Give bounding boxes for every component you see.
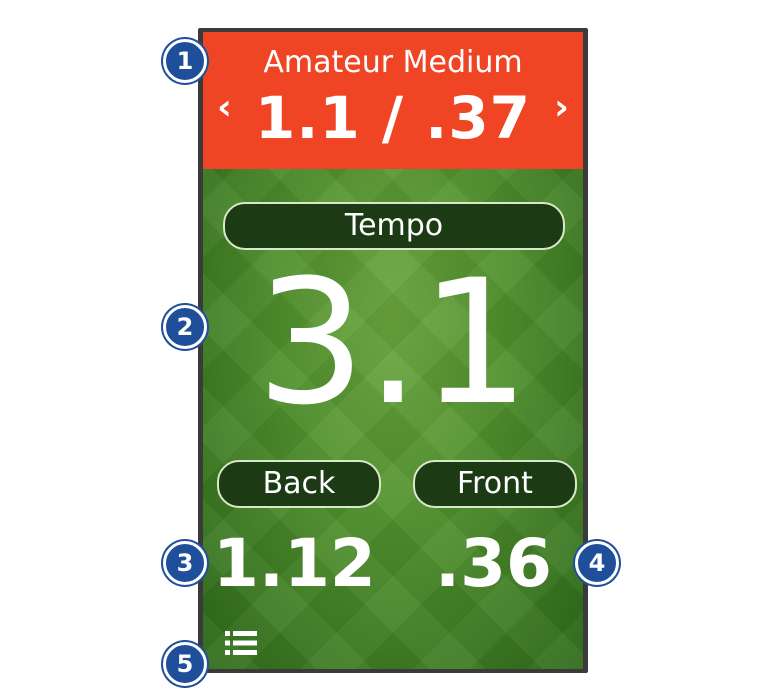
device-screen: ‹ Amateur Medium 1.1 / .37 › Tempo 3.1 B… [203, 32, 583, 669]
callout-4: 4 [575, 541, 619, 585]
front-swing-label: Front [413, 460, 577, 508]
preset-ratio: 1.1 / .37 [254, 84, 532, 152]
tempo-value: 3.1 [256, 242, 530, 443]
list-icon[interactable] [225, 630, 257, 656]
callout-3: 3 [163, 541, 207, 585]
front-swing-value: .36 [435, 525, 552, 602]
device-frame: ‹ Amateur Medium 1.1 / .37 › Tempo 3.1 B… [198, 28, 588, 673]
back-swing-value: 1.12 [213, 525, 376, 602]
preset-name: Amateur Medium [263, 45, 523, 80]
callout-5: 5 [163, 642, 207, 686]
next-preset-button[interactable]: › [554, 90, 569, 126]
callout-1: 1 [163, 39, 207, 83]
callout-2: 2 [163, 305, 207, 349]
tempo-preset-header: ‹ Amateur Medium 1.1 / .37 › [203, 32, 583, 169]
back-swing-label: Back [217, 460, 381, 508]
